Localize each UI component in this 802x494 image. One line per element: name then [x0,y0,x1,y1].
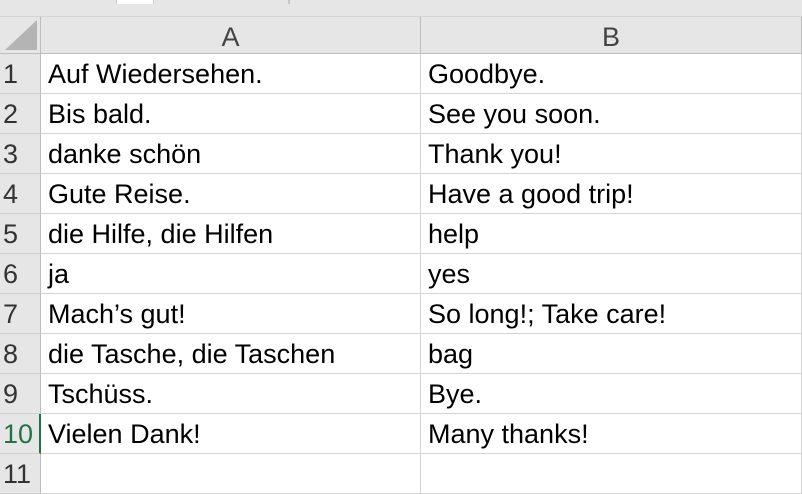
cell-a[interactable]: ja [41,254,421,294]
row-header[interactable]: 11 [0,454,41,494]
cell-a[interactable]: die Hilfe, die Hilfen [41,214,421,254]
row-header[interactable]: 6 [0,254,41,294]
cell-b[interactable]: So long!; Take care! [421,294,802,334]
cell-b[interactable]: Have a good trip! [421,174,802,214]
cell-a[interactable]: Bis bald. [41,94,421,134]
tab-edge [116,0,154,4]
cell-a[interactable]: Tschüss. [41,374,421,414]
tab-divider [288,0,290,4]
cell-b[interactable]: Goodbye. [421,54,802,94]
select-all-triangle-icon [5,20,37,50]
row-header[interactable]: 10 [0,414,41,454]
cell-b[interactable] [421,454,802,494]
sheet-tab-strip [0,0,802,17]
spreadsheet-grid: A B 1 Auf Wiedersehen. Goodbye. 2 Bis bald. S… [0,17,802,494]
row-header[interactable]: 5 [0,214,41,254]
cell-b[interactable]: Many thanks! [421,414,802,454]
row-header[interactable]: 3 [0,134,41,174]
cell-a[interactable]: Mach’s gut! [41,294,421,334]
column-header-b[interactable]: B [421,17,802,54]
cell-a[interactable]: Auf Wiedersehen. [41,54,421,94]
cell-a[interactable]: Vielen Dank! [41,414,421,454]
cell-b[interactable]: Thank you! [421,134,802,174]
column-header-a[interactable]: A [41,17,421,54]
row-header[interactable]: 7 [0,294,41,334]
cell-a[interactable]: Gute Reise. [41,174,421,214]
cell-b[interactable]: help [421,214,802,254]
select-all-button[interactable] [0,17,41,54]
cell-b[interactable]: See you soon. [421,94,802,134]
row-header[interactable]: 2 [0,94,41,134]
cell-a[interactable] [41,454,421,494]
cell-a[interactable]: die Tasche, die Taschen [41,334,421,374]
row-header[interactable]: 8 [0,334,41,374]
cell-b[interactable]: Bye. [421,374,802,414]
row-header[interactable]: 4 [0,174,41,214]
row-header[interactable]: 9 [0,374,41,414]
cell-b[interactable]: yes [421,254,802,294]
cell-b[interactable]: bag [421,334,802,374]
row-header[interactable]: 1 [0,54,41,94]
cell-a[interactable]: danke schön [41,134,421,174]
